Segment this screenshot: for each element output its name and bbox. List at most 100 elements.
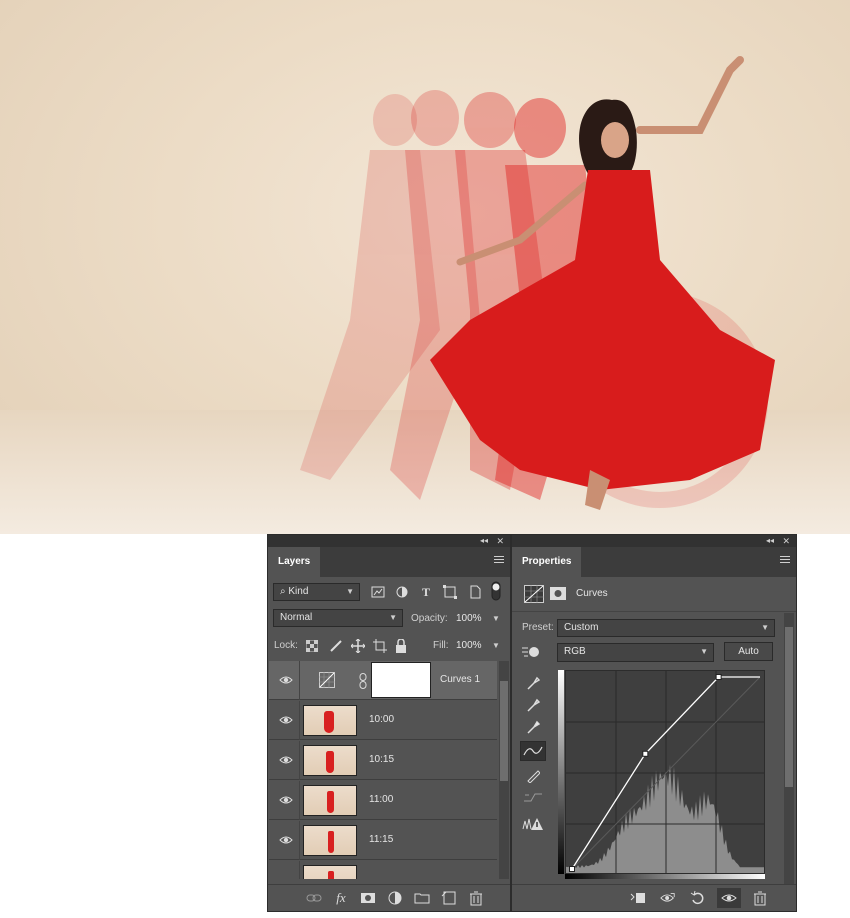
channel-value: RGB: [564, 646, 586, 657]
eye-icon[interactable]: [279, 753, 293, 767]
curves-graph[interactable]: [565, 670, 765, 874]
blend-mode-dropdown[interactable]: Normal ▼: [273, 609, 403, 627]
properties-panel: ◂◂ ✕ Properties Curves Preset: Custom ▼ …: [511, 534, 797, 912]
layer-row[interactable]: 10:15: [269, 741, 497, 780]
layers-panel: ◂◂ ✕ Layers ⌕ Kind ▼ T Normal ▼ Opacity:…: [267, 534, 511, 912]
divider: [299, 821, 300, 860]
collapse-icon[interactable]: ◂◂: [766, 535, 774, 547]
curve-control-point[interactable]: [715, 674, 722, 680]
preset-dropdown[interactable]: Custom ▼: [557, 619, 775, 637]
curves-adjustment-icon[interactable]: [524, 585, 544, 603]
lock-position-icon[interactable]: [351, 639, 365, 653]
visibility-toggle[interactable]: [717, 888, 741, 908]
eye-icon[interactable]: [279, 833, 293, 847]
gray-eyedropper-icon[interactable]: [526, 697, 540, 713]
new-layer-icon[interactable]: [441, 890, 457, 906]
adjustment-filter-icon[interactable]: [395, 585, 409, 599]
kind-label: Kind: [288, 586, 309, 597]
dancer-photo: [0, 0, 850, 534]
kind-filter-dropdown[interactable]: ⌕ Kind ▼: [273, 583, 360, 601]
layer-row[interactable]: 11:15: [269, 821, 497, 860]
properties-header: Curves: [512, 577, 796, 612]
curves-adjustment-icon: [319, 672, 335, 688]
adjustment-icon[interactable]: [387, 890, 403, 906]
close-icon[interactable]: ✕: [496, 535, 504, 547]
properties-footer: [512, 884, 796, 911]
divider: [299, 861, 300, 879]
layer-row-curves[interactable]: Curves 1: [269, 661, 497, 700]
curve-control-point[interactable]: [569, 866, 575, 872]
type-filter-icon[interactable]: T: [418, 584, 434, 600]
shape-filter-icon[interactable]: [443, 585, 457, 599]
panel-menu-icon[interactable]: [780, 556, 790, 565]
mask-icon[interactable]: [360, 890, 376, 906]
mask-icon[interactable]: [550, 587, 566, 600]
trash-icon[interactable]: [752, 890, 768, 906]
divider: [299, 701, 300, 740]
layer-list: Curves 1 10:00 10:15 11:00 11:15: [269, 661, 499, 879]
chevron-down-icon: ▼: [346, 587, 354, 596]
clip-to-layer-icon[interactable]: [630, 890, 646, 906]
lock-artboard-icon[interactable]: [373, 639, 387, 653]
tab-layers[interactable]: Layers: [268, 547, 321, 577]
close-icon[interactable]: ✕: [782, 535, 790, 547]
auto-button[interactable]: Auto: [724, 642, 773, 661]
scroll-thumb[interactable]: [500, 681, 508, 781]
chain-link-icon[interactable]: [359, 673, 367, 689]
properties-scrollbar[interactable]: [784, 613, 794, 885]
pencil-icon[interactable]: [526, 767, 540, 783]
chevron-down-icon: ▼: [761, 623, 769, 632]
curve-control-point[interactable]: [642, 750, 649, 757]
layers-titlebar: ◂◂ ✕: [268, 535, 510, 547]
black-eyedropper-icon[interactable]: [526, 675, 540, 691]
chevron-down-icon[interactable]: ▼: [492, 639, 500, 653]
lock-all-icon[interactable]: [395, 639, 407, 653]
opacity-value[interactable]: 100%: [456, 612, 482, 626]
reset-icon[interactable]: [690, 890, 706, 906]
target-hand-icon[interactable]: [522, 644, 542, 660]
smart-object-filter-icon[interactable]: [468, 585, 482, 599]
opacity-label: Opacity:: [411, 613, 448, 624]
adjustment-title: Curves: [576, 588, 608, 599]
fx-icon[interactable]: fx: [333, 890, 349, 906]
layer-row[interactable]: [269, 861, 497, 879]
collapse-icon[interactable]: ◂◂: [480, 535, 488, 547]
tab-properties[interactable]: Properties: [512, 547, 582, 577]
filter-toggle-icon[interactable]: [491, 581, 501, 601]
eye-icon: [721, 894, 737, 902]
view-previous-icon[interactable]: [660, 890, 676, 906]
layers-tab-row: Layers: [268, 547, 510, 577]
fill-value[interactable]: 100%: [456, 639, 482, 653]
curves-histogram[interactable]: [566, 671, 765, 874]
eye-icon[interactable]: [279, 793, 293, 807]
clipping-warning-icon[interactable]: [522, 816, 544, 832]
trash-icon[interactable]: [468, 890, 484, 906]
properties-titlebar: ◂◂ ✕: [512, 535, 796, 547]
panel-menu-icon[interactable]: [494, 556, 504, 565]
layer-mask-thumbnail[interactable]: [371, 662, 431, 698]
folder-icon[interactable]: [414, 890, 430, 906]
layer-row[interactable]: 11:00: [269, 781, 497, 820]
lock-label: Lock:: [274, 640, 298, 651]
dancer-figures: [300, 56, 775, 510]
curve-edit-tool[interactable]: [520, 741, 546, 761]
eye-icon[interactable]: [279, 673, 293, 687]
chevron-down-icon: ▼: [700, 647, 708, 656]
eye-icon[interactable]: [279, 713, 293, 727]
layer-name: 10:15: [369, 754, 395, 765]
channel-dropdown[interactable]: RGB ▼: [557, 643, 714, 662]
layer-thumbnail: [303, 865, 357, 879]
lock-brush-icon[interactable]: [329, 639, 343, 653]
pixel-filter-icon[interactable]: [371, 585, 385, 599]
chevron-down-icon[interactable]: ▼: [492, 612, 500, 626]
fill-label: Fill:: [433, 640, 449, 651]
lock-transparent-icon[interactable]: [306, 640, 318, 652]
link-icon[interactable]: [306, 890, 322, 906]
scroll-thumb[interactable]: [785, 627, 793, 787]
layer-name: 10:00: [369, 714, 395, 725]
smooth-icon[interactable]: [523, 789, 543, 805]
white-eyedropper-icon[interactable]: [526, 719, 540, 735]
layer-row[interactable]: 10:00: [269, 701, 497, 740]
layers-scrollbar[interactable]: [499, 661, 509, 879]
auto-label: Auto: [738, 646, 759, 657]
